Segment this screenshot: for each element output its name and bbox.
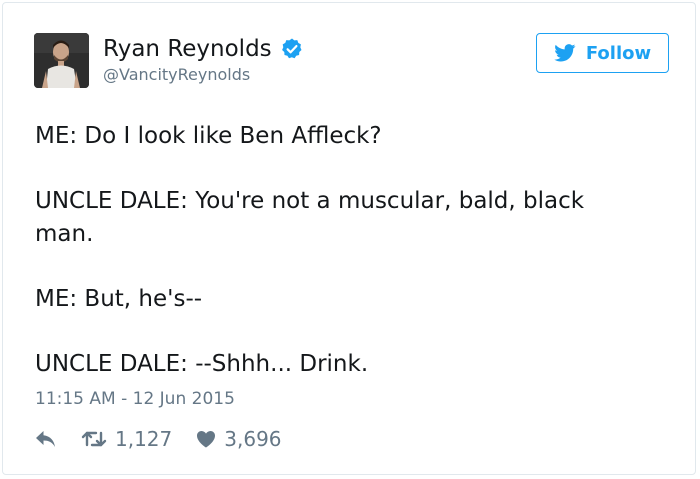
display-name-text: Ryan Reynolds xyxy=(103,36,272,62)
like-count: 3,696 xyxy=(224,427,282,451)
twitter-bird-icon xyxy=(554,44,576,62)
heart-icon xyxy=(197,431,216,448)
follow-button-label: Follow xyxy=(585,42,652,64)
reply-icon xyxy=(36,431,55,447)
follow-button[interactable]: Follow xyxy=(536,33,669,73)
retweet-button[interactable]: 1,127 xyxy=(81,427,172,451)
tweet-line: ME: But, he's-- xyxy=(35,285,203,312)
avatar-photo-icon xyxy=(34,33,89,88)
tweet-text: ME: Do I look like Ben Affleck? UNCLE DA… xyxy=(35,120,635,380)
retweet-count: 1,127 xyxy=(115,427,173,451)
display-name[interactable]: Ryan Reynolds xyxy=(103,34,304,64)
tweet-timestamp[interactable]: 11:15 AM - 12 Jun 2015 xyxy=(35,388,235,410)
like-button[interactable]: 3,696 xyxy=(196,427,282,451)
tweet-line: ME: Do I look like Ben Affleck? xyxy=(35,123,382,149)
avatar[interactable] xyxy=(34,33,89,88)
user-handle[interactable]: @VancityReynolds xyxy=(103,65,250,85)
tweet-card: Ryan Reynolds @VancityReynolds Follow ME… xyxy=(2,2,696,475)
tweet-actions: 1,127 3,696 xyxy=(35,427,282,451)
reply-button[interactable] xyxy=(35,430,57,448)
tweet-line: UNCLE DALE: You're not a muscular, bald,… xyxy=(35,188,585,247)
retweet-icon xyxy=(81,431,107,447)
verified-badge-icon xyxy=(281,38,302,59)
tweet-line: UNCLE DALE: --Shhh... Drink. xyxy=(35,350,369,377)
